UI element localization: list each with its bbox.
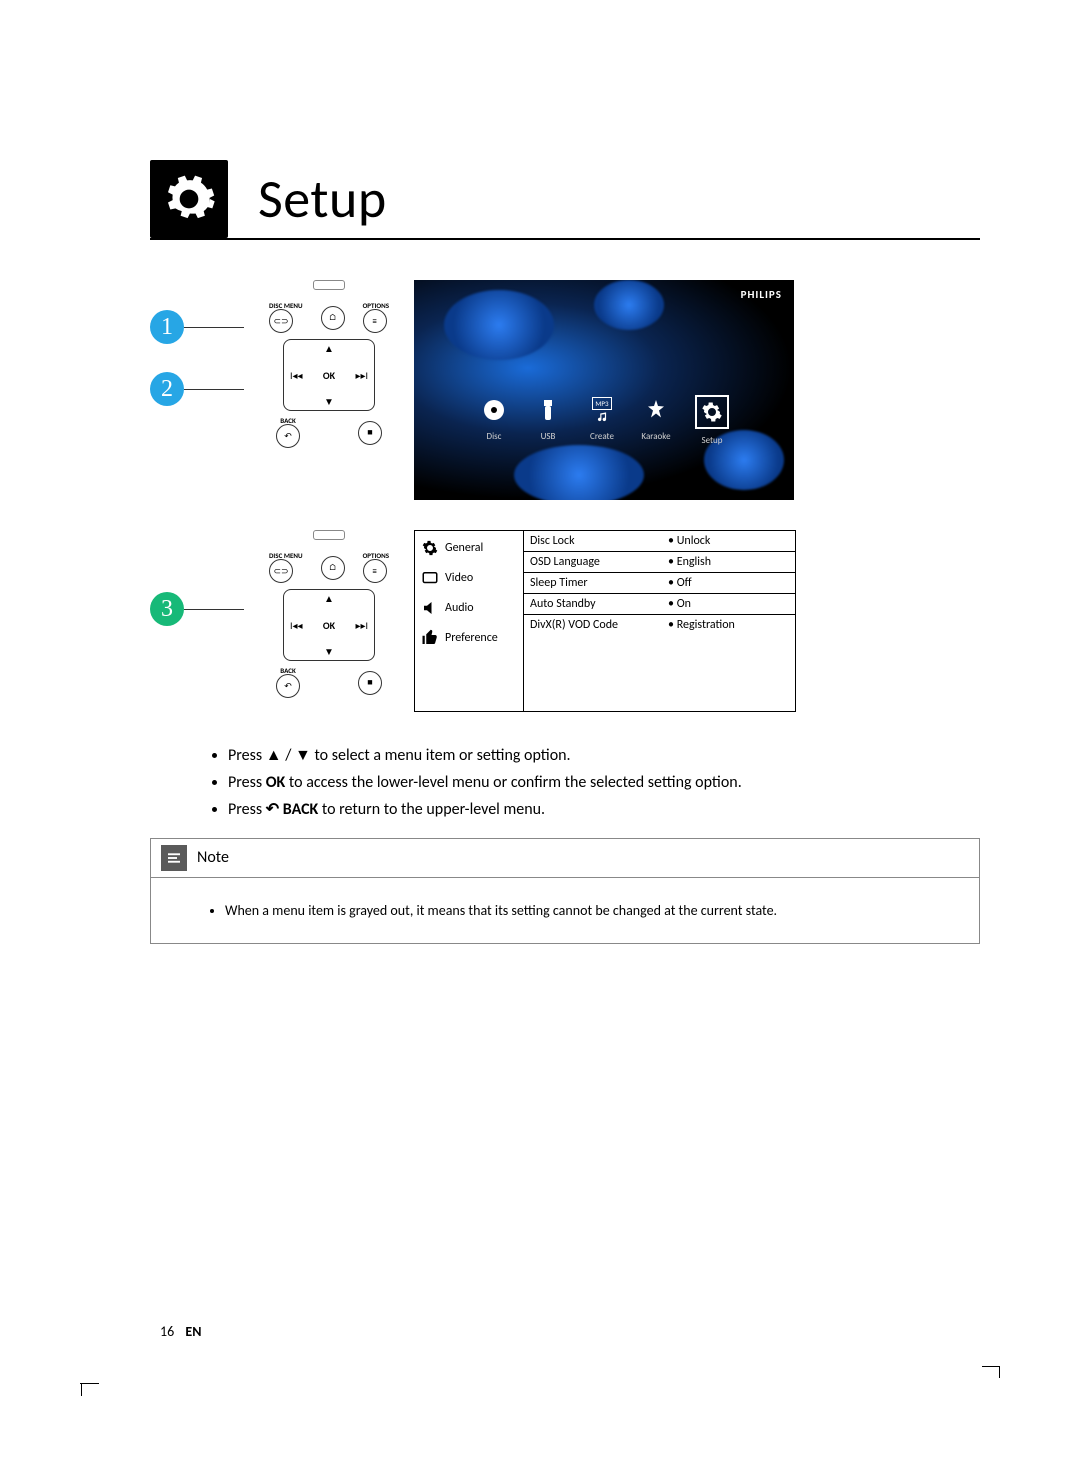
disc-menu-label: DISC MENU [269,302,303,309]
instruction-3: Press ↶ BACK to return to the upper-leve… [228,796,980,823]
back-button-icon: ↶ [276,424,300,448]
gear-icon [421,539,439,557]
stop-button-icon: ■ [358,421,382,445]
menu-usb: USB [533,395,563,446]
instructions-list: Press ▲ / ▼ to select a menu item or set… [170,742,980,824]
section-header: Setup [150,160,980,240]
tv-screen: PHILIPS Disc USB MP3 Create [414,280,794,500]
cat-preference: Preference [419,627,519,649]
opt-row: OSD LanguageEnglish [524,552,795,573]
remote-diagram-1: DISC MENU ⊂⊃ ⌂ OPTIONS ≡ ▲ I◂◂ OK ▸▸I ▼ … [264,280,394,448]
crop-mark-icon [982,1372,1000,1390]
opt-row: DivX(R) VOD CodeRegistration [524,615,795,635]
note-icon [161,845,187,871]
tv-icon [421,569,439,587]
menu-disc: Disc [479,395,509,446]
remote-diagram-2: DISC MENU ⊂⊃ ⌂ OPTIONS ≡ ▲ I◂◂ OK ▸▸I ▼ … [264,530,394,698]
page-number: 16 [160,1323,174,1340]
step-2-badge: 2 [150,372,184,406]
menu-karaoke-label: Karaoke [641,431,670,442]
instruction-2: Press OK to access the lower-level menu … [228,769,980,796]
menu-setup: Setup [695,395,729,446]
stop-button-icon: ■ [358,671,382,695]
thumb-icon [421,629,439,647]
home-button-icon: ⌂ [321,556,345,580]
menu-karaoke: Karaoke [641,395,671,446]
note-body-text: When a menu item is grayed out, it means… [225,902,959,919]
instruction-1: Press ▲ / ▼ to select a menu item or set… [228,742,980,769]
menu-usb-label: USB [541,431,556,442]
gear-icon [150,160,228,238]
menu-create-label: Create [590,431,614,442]
cat-general: General [419,537,519,559]
step-3-badge: 3 [150,592,184,626]
options-label: OPTIONS [363,302,389,309]
brand-label: PHILIPS [741,288,782,301]
dpad-icon: ▲ I◂◂ OK ▸▸I ▼ [283,589,375,661]
usb-icon [533,395,563,425]
step-1-badge: 1 [150,310,184,344]
lang-code: EN [185,1323,201,1340]
opt-row: Auto StandbyOn [524,594,795,615]
cat-audio: Audio [419,597,519,619]
note-title: Note [197,848,229,867]
home-button-icon: ⌂ [321,306,345,330]
back-label: BACK [276,417,300,424]
menu-disc-label: Disc [487,431,502,442]
crop-mark-icon [80,1383,99,1384]
opt-row: Sleep TimerOff [524,573,795,594]
cat-video: Video [419,567,519,589]
page-title: Setup [258,166,387,232]
disc-menu-button-icon: ⊂⊃ [269,559,293,583]
back-button-icon: ↶ [276,674,300,698]
menu-create: MP3 Create [587,395,617,446]
menu-setup-label: Setup [701,435,722,446]
opt-row: Disc LockUnlock [524,531,795,552]
speaker-icon [421,599,439,617]
note-box: Note When a menu item is grayed out, it … [150,838,980,944]
disc-icon [479,395,509,425]
dpad-icon: ▲ I◂◂ OK ▸▸I ▼ [283,339,375,411]
disc-menu-button-icon: ⊂⊃ [269,309,293,333]
setup-panel: General Video Audio Preference Disc Lock… [414,530,796,712]
setup-icon [695,395,729,429]
options-button-icon: ≡ [363,559,387,583]
create-icon: MP3 [587,395,617,425]
page-footer: 16 EN [160,1323,201,1340]
ok-label: OK [323,369,335,382]
karaoke-icon [641,395,671,425]
options-button-icon: ≡ [363,309,387,333]
